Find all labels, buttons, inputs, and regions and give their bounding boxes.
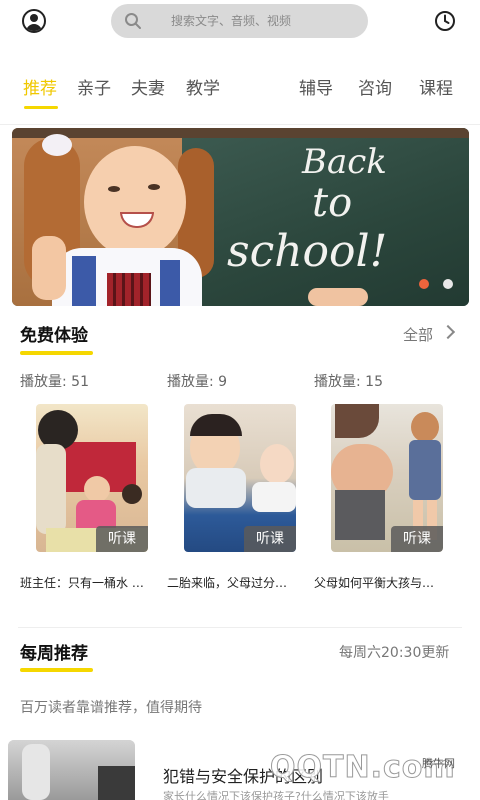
listen-badge[interactable]: 听课	[391, 526, 443, 552]
course-thumbnail[interactable]: 听课	[331, 404, 443, 552]
watermark-site: 腾牛网	[422, 757, 455, 770]
tab-teaching[interactable]: 教学	[186, 74, 220, 99]
banner-chalk-line-1: Back	[302, 142, 387, 182]
tab-recommend[interactable]: 推荐	[23, 74, 57, 99]
play-count: 播放量: 15	[314, 374, 383, 390]
tab-tutoring[interactable]: 辅导	[299, 74, 333, 99]
active-tab-indicator	[24, 106, 58, 109]
course-title[interactable]: 班主任：只有一桶水 …	[20, 574, 160, 591]
section-underline	[20, 668, 93, 672]
section-title-weekly: 每周推荐	[20, 644, 88, 664]
user-avatar-icon[interactable]	[22, 9, 46, 33]
category-tabs: 推荐 亲子 夫妻 教学 辅导 咨询 课程	[0, 62, 480, 112]
weekly-subtitle: 百万读者靠谱推荐，值得期待	[20, 700, 202, 716]
history-clock-icon[interactable]	[434, 10, 456, 32]
section-title-free-trial: 免费体验	[20, 326, 88, 346]
tab-courses[interactable]: 课程	[419, 74, 453, 99]
banner-carousel[interactable]: Back to school!	[12, 128, 469, 306]
course-title[interactable]: 父母如何平衡大孩与…	[314, 574, 454, 591]
tab-consulting[interactable]: 咨询	[358, 74, 392, 99]
search-icon	[125, 13, 141, 29]
child-photo	[84, 146, 186, 258]
banner-chalk-line-2: to	[312, 180, 353, 226]
chevron-right-icon[interactable]	[440, 324, 456, 340]
article-thumbnail[interactable]	[8, 740, 135, 800]
tab-couple[interactable]: 夫妻	[131, 74, 165, 99]
view-all-link[interactable]: 全部	[403, 324, 433, 345]
course-thumbnail[interactable]: 听课	[36, 404, 148, 552]
weekly-schedule: 每周六20:30更新	[339, 645, 450, 661]
divider	[18, 627, 462, 628]
article-description: 家长什么情况下该保护孩子?什么情况下该放手	[163, 790, 389, 800]
listen-badge[interactable]: 听课	[244, 526, 296, 552]
listen-badge[interactable]: 听课	[96, 526, 148, 552]
divider	[0, 124, 480, 125]
top-bar: 搜索文字、音频、视频	[0, 0, 480, 48]
course-title[interactable]: 二胎来临，父母过分…	[167, 574, 305, 591]
tab-parenting[interactable]: 亲子	[77, 74, 111, 99]
search-placeholder: 搜索文字、音频、视频	[171, 14, 292, 28]
section-underline	[20, 351, 93, 355]
play-count: 播放量: 9	[167, 374, 228, 390]
carousel-dot-active[interactable]	[419, 279, 429, 289]
play-count: 播放量: 51	[20, 374, 89, 390]
carousel-dot[interactable]	[443, 279, 453, 289]
search-input[interactable]: 搜索文字、音频、视频	[111, 4, 368, 38]
course-thumbnail[interactable]: 听课	[184, 404, 296, 552]
banner-chalk-line-3: school!	[227, 226, 388, 277]
